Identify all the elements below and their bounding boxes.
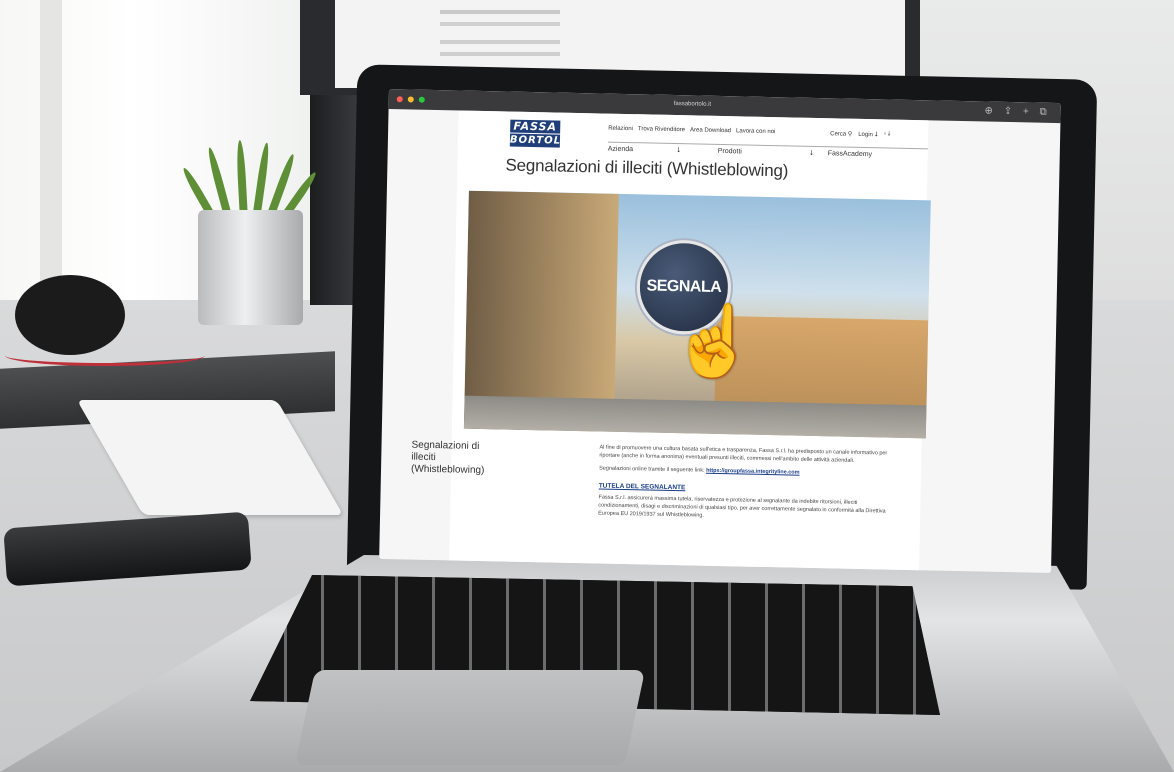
background-monitor-text — [440, 10, 560, 14]
section-body: Al fine di promuovere una cultura basata… — [598, 444, 900, 529]
plant — [180, 139, 319, 223]
maximize-icon[interactable] — [418, 96, 425, 103]
hero-image: SEGNALA ☝ — [463, 190, 931, 439]
search-icon: ⚲ — [847, 131, 853, 138]
headphone-ear — [15, 275, 125, 355]
arrow-down-icon: ⭣ — [676, 147, 681, 155]
top-link-relazioni[interactable]: Relazioni — [608, 126, 633, 133]
link-line: Segnalazioni online tramite il seguente … — [599, 465, 800, 476]
section-title: Segnalazioni di illeciti (Whistleblowing… — [410, 439, 485, 477]
address-bar[interactable]: fassabortolo.it — [674, 101, 711, 108]
top-link-download[interactable]: Area Download — [690, 127, 731, 134]
fassa-bortolo-logo[interactable]: FASSA BORTOLO — [509, 119, 570, 149]
top-links: Relazioni Trova Rivenditore Area Downloa… — [608, 126, 775, 136]
top-link-lavora[interactable]: Lavora con noi — [736, 128, 775, 135]
pointing-hand-icon: ☝ — [669, 300, 759, 381]
top-right-links: Cerca ⚲ Login ⭣ ▫ ⭣ — [830, 130, 891, 139]
toolbar-icons[interactable]: ⊕ ⇪ + ⧉ — [984, 105, 1050, 117]
window-frame — [40, 0, 62, 300]
integrityline-link[interactable]: https://groupfassa.integrityline.com — [706, 468, 800, 476]
search-link[interactable]: Cerca ⚲ — [830, 130, 852, 138]
menu-item-azienda[interactable]: Azienda ⭣ — [608, 143, 718, 156]
headphone-cable — [5, 345, 205, 366]
close-icon[interactable] — [396, 96, 403, 103]
laptop-screen: fassabortolo.it ⊕ ⇪ + ⧉ FASSA BORTOLO Re… — [379, 89, 1061, 573]
arrow-down-icon: ⭣ — [809, 149, 814, 157]
main-menu: Azienda ⭣ Prodotti ⭣ FassAcademy — [607, 141, 928, 161]
menu-item-fassacademy[interactable]: FassAcademy — [828, 147, 928, 160]
login-link[interactable]: Login ⭣ — [858, 131, 878, 139]
tutela-text: Fassa S.r.l. assicurerà massima tutela, … — [598, 494, 886, 519]
intro-text: Al fine di promuovere una cultura basata… — [599, 444, 888, 464]
page-title: Segnalazioni di illeciti (Whistleblowing… — [505, 155, 789, 181]
top-link-rivenditore[interactable]: Trova Rivenditore — [638, 126, 685, 133]
plant-pot — [198, 210, 303, 325]
arrow-down-icon: ⭣ — [874, 131, 878, 139]
laptop-trackpad — [294, 670, 646, 765]
minimize-icon[interactable] — [407, 96, 414, 103]
headphones — [5, 270, 205, 370]
flag-icon[interactable]: ▫ ⭣ — [884, 131, 891, 139]
web-page: FASSA BORTOLO Relazioni Trova Rivenditor… — [411, 110, 931, 573]
menu-item-prodotti[interactable]: Prodotti ⭣ — [718, 145, 828, 158]
